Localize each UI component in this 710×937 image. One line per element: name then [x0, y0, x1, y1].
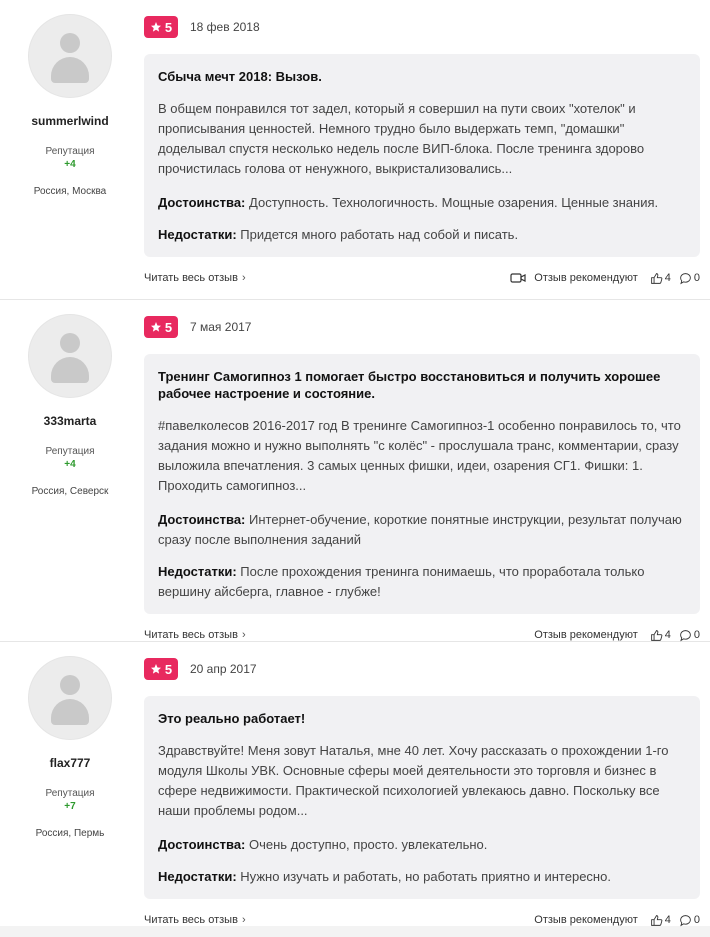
review-text: В общем понравился тот задел, который я …	[158, 101, 645, 176]
comment-icon	[680, 914, 691, 926]
location: Россия, Пермь	[35, 828, 105, 839]
reputation-label: Репутация	[45, 788, 95, 799]
review-item: 333marta Репутация +4 Россия, Северск 5 …	[0, 300, 710, 642]
comments-button[interactable]: 0	[679, 914, 700, 927]
read-more-label: Читать весь отзыв	[144, 629, 238, 641]
review-title[interactable]: Это реально работает!	[158, 710, 686, 727]
star-icon	[150, 322, 161, 332]
rating-value: 5	[164, 19, 173, 35]
username[interactable]: 333marta	[0, 414, 140, 428]
reputation-label: Репутация	[45, 146, 95, 157]
location: Россия, Москва	[33, 186, 107, 197]
like-count: 4	[664, 272, 671, 284]
cons: Недостатки: После прохождения тренинга п…	[158, 562, 686, 602]
comment-count: 0	[693, 914, 700, 926]
review-text: #павелколесов 2016-2017 год В тренинге С…	[158, 418, 681, 493]
like-button[interactable]: 4	[650, 629, 671, 642]
reputation-label: Репутация	[45, 446, 95, 457]
review-date: 7 мая 2017	[190, 320, 252, 334]
review-item: flax777 Репутация +7 Россия, Пермь 5 20 …	[0, 642, 710, 926]
thumbs-up-icon	[650, 629, 663, 641]
pros-label: Достоинства:	[158, 837, 246, 852]
avatar[interactable]	[28, 656, 112, 740]
reputation-value: +7	[64, 801, 76, 812]
review-item: summerlwind Репутация +4 Россия, Москва …	[0, 0, 710, 300]
review-date: 20 апр 2017	[190, 662, 257, 676]
pros: Достоинства: Интернет-обучение, короткие…	[158, 510, 686, 550]
read-more-link[interactable]: Читать весь отзыв ›	[144, 272, 246, 284]
read-more-link[interactable]: Читать весь отзыв ›	[144, 629, 246, 641]
like-count: 4	[664, 914, 671, 926]
like-button[interactable]: 4	[650, 914, 671, 927]
cons-label: Недостатки:	[158, 227, 237, 242]
pros-label: Достоинства:	[158, 195, 246, 210]
rating-badge: 5	[144, 16, 178, 38]
review-title[interactable]: Тренинг Самогипноз 1 помогает быстро вос…	[158, 368, 686, 402]
review-text: Здравствуйте! Меня зовут Наталья, мне 40…	[158, 743, 669, 818]
chevron-right-icon: ›	[241, 914, 246, 926]
like-button[interactable]: 4	[650, 272, 671, 285]
read-more-link[interactable]: Читать весь отзыв ›	[144, 914, 246, 926]
pros-label: Достоинства:	[158, 512, 246, 527]
review-card[interactable]: Тренинг Самогипноз 1 помогает быстро вос…	[144, 354, 700, 614]
comment-icon	[680, 272, 691, 284]
comment-count: 0	[693, 272, 700, 284]
cons-text: Нужно изучать и работать, но работать пр…	[240, 869, 611, 884]
cons: Недостатки: Нужно изучать и работать, но…	[158, 867, 686, 887]
comments-button[interactable]: 0	[679, 629, 700, 642]
read-more-label: Читать весь отзыв	[144, 272, 238, 284]
chevron-right-icon: ›	[241, 629, 246, 641]
review-card[interactable]: Это реально работает! Здравствуйте! Меня…	[144, 696, 700, 899]
avatar[interactable]	[28, 314, 112, 398]
comment-icon	[680, 629, 691, 641]
cons: Недостатки: Придется много работать над …	[158, 225, 686, 245]
avatar[interactable]	[28, 14, 112, 98]
pros: Достоинства: Доступность. Технологичност…	[158, 193, 686, 213]
username[interactable]: summerlwind	[0, 114, 140, 128]
reputation-value: +4	[64, 159, 76, 170]
pros-text: Очень доступно, просто. увлекательно.	[249, 837, 488, 852]
rating-badge: 5	[144, 316, 178, 338]
cons-text: Придется много работать над собой и писа…	[240, 227, 519, 242]
comments-button[interactable]: 0	[679, 272, 700, 285]
thumbs-up-icon	[650, 914, 663, 926]
cons-label: Недостатки:	[158, 564, 237, 579]
pros: Достоинства: Очень доступно, просто. увл…	[158, 835, 686, 855]
reputation-value: +4	[64, 459, 76, 470]
rating-value: 5	[164, 661, 173, 677]
comment-count: 0	[693, 629, 700, 641]
recommend-label: Отзыв рекомендуют	[534, 272, 638, 284]
author-block: 333marta Репутация +4 Россия, Северск	[0, 300, 140, 497]
rating-badge: 5	[144, 658, 178, 680]
pros-text: Доступность. Технологичность. Мощные оза…	[249, 195, 659, 210]
review-card[interactable]: Сбыча мечт 2018: Вызов. В общем понравил…	[144, 54, 700, 257]
location: Россия, Северск	[31, 486, 109, 497]
star-icon	[150, 664, 161, 674]
review-date: 18 фев 2018	[190, 20, 260, 34]
video-icon	[510, 273, 526, 283]
cons-label: Недостатки:	[158, 869, 237, 884]
recommend-label: Отзыв рекомендуют	[534, 629, 638, 641]
chevron-right-icon: ›	[241, 272, 246, 284]
recommend-label: Отзыв рекомендуют	[534, 914, 638, 926]
read-more-label: Читать весь отзыв	[144, 914, 238, 926]
review-title[interactable]: Сбыча мечт 2018: Вызов.	[158, 68, 686, 85]
star-icon	[150, 22, 161, 32]
rating-value: 5	[164, 319, 173, 335]
like-count: 4	[664, 629, 671, 641]
author-block: summerlwind Репутация +4 Россия, Москва	[0, 0, 140, 197]
thumbs-up-icon	[650, 272, 663, 284]
username[interactable]: flax777	[0, 756, 140, 770]
author-block: flax777 Репутация +7 Россия, Пермь	[0, 642, 140, 839]
